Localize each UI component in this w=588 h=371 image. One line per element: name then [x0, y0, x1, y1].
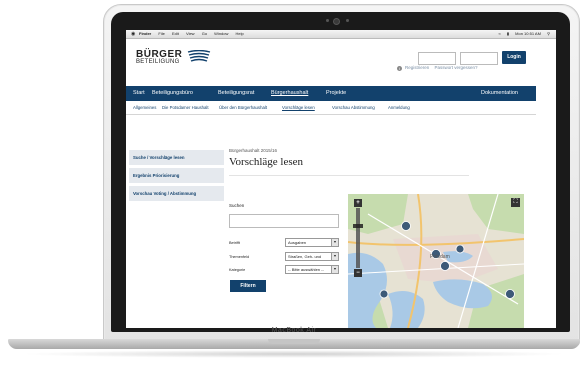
chevron-down-icon: ▼ — [331, 239, 338, 246]
subnav-item-allgemeines[interactable]: Allgemeines — [133, 101, 156, 114]
subnav-item-vorschlaege[interactable]: Vorschläge lesen — [282, 101, 315, 114]
zoom-in-icon[interactable]: + — [354, 199, 362, 207]
filter-value-themenfeld: Straßen, Geh- und — [288, 254, 322, 259]
main-nav: Start Beteiligungsbüro Beteiligungsrat B… — [126, 86, 536, 101]
username-field[interactable] — [418, 52, 456, 65]
menubar-app[interactable]: Finder — [139, 31, 151, 36]
login-links: Registrieren Passwort vergessen? — [405, 65, 482, 70]
menubar-window[interactable]: Window — [214, 31, 228, 36]
camera-sensor — [326, 19, 329, 22]
filter-label-kategorie: Kategorie — [229, 268, 246, 272]
subnav-item-anmeldung[interactable]: Anmeldung — [388, 101, 410, 114]
nav-item-dokumentation[interactable]: Dokumentation — [481, 86, 518, 101]
subnav-item-ueber[interactable]: Über den Bürgerhaushalt — [219, 101, 267, 114]
filter-select-betrifft[interactable]: Ausgaben ▼ — [285, 238, 339, 247]
filter-label-themenfeld: Themenfeld — [229, 255, 250, 259]
title-divider — [229, 175, 469, 176]
screen: ◉ Finder File Edit View Go Window Help ≈… — [126, 30, 556, 328]
subnav-item-vorschau[interactable]: Vorschau Abstimmung — [332, 101, 375, 114]
logo-line2: BETEILIGUNG — [136, 59, 180, 65]
filter-value-kategorie: -- Bitte auswählen -- — [288, 267, 324, 272]
map-city-label: Potsdam — [430, 254, 450, 260]
filter-label-betrifft: Betrifft — [229, 241, 240, 245]
page-title: Vorschläge lesen — [229, 156, 304, 168]
nav-item-start[interactable]: Start — [133, 86, 145, 101]
info-icon: i — [397, 66, 402, 71]
search-input[interactable] — [229, 214, 339, 228]
camera-sensor — [346, 19, 349, 22]
mac-menubar: ◉ Finder File Edit View Go Window Help ≈… — [126, 30, 556, 39]
wifi-icon[interactable]: ≈ — [498, 31, 500, 36]
map-marker — [440, 261, 450, 271]
login-button[interactable]: Login — [502, 51, 526, 64]
password-field[interactable] — [460, 52, 498, 65]
chevron-down-icon: ▼ — [331, 266, 338, 273]
menubar-tray: ≈ ▮ Mon 10:51 AM ⚲ — [493, 30, 550, 38]
logo-mark-icon — [187, 50, 211, 62]
menubar-file[interactable]: File — [158, 31, 164, 36]
menubar-edit[interactable]: Edit — [172, 31, 179, 36]
spotlight-icon[interactable]: ⚲ — [547, 31, 550, 36]
zoom-out-icon[interactable]: − — [354, 269, 362, 277]
camera — [333, 18, 340, 25]
filter-value-betrifft: Ausgaben — [288, 240, 307, 245]
register-link[interactable]: Registrieren — [405, 65, 429, 70]
nav-item-buergerhaushalt[interactable]: Bürgerhaushalt — [271, 86, 308, 101]
filter-select-themenfeld[interactable]: Straßen, Geh- und ▼ — [285, 252, 339, 261]
nav-item-beteiligungsbuero[interactable]: Beteiligungsbüro — [152, 86, 193, 101]
nav-item-projekte[interactable]: Projekte — [326, 86, 346, 101]
zoom-slider-handle[interactable] — [353, 224, 363, 228]
search-label: Suchen — [229, 203, 245, 208]
map-marker — [455, 244, 465, 254]
sidebar-item-priorisierung[interactable]: Ergebnis Priorisierung — [129, 168, 224, 183]
laptop-shadow — [20, 350, 568, 358]
menubar-go[interactable]: Go — [202, 31, 207, 36]
menubar-view[interactable]: View — [186, 31, 195, 36]
sidebar-item-voting[interactable]: Vorschau Voting / Abstimmung — [129, 186, 224, 201]
breadcrumb: Bürgerhaushalt 2015/16 — [229, 148, 278, 153]
laptop-notch — [268, 339, 320, 344]
subnav-item-haushalt[interactable]: Die Potsdamer Haushalt — [162, 101, 209, 114]
map-marker — [505, 289, 515, 299]
fullscreen-icon[interactable]: ⛶ — [511, 198, 520, 207]
filter-select-kategorie[interactable]: -- Bitte auswählen -- ▼ — [285, 265, 339, 274]
laptop-brand: MacBook Air — [271, 327, 317, 334]
map-marker — [401, 221, 411, 231]
apple-icon[interactable]: ◉ — [131, 30, 135, 38]
proposal-map[interactable]: Potsdam + − ⛶ — [348, 194, 524, 328]
map-canvas[interactable]: Potsdam — [348, 194, 524, 328]
map-marker — [379, 289, 389, 299]
menubar-clock[interactable]: Mon 10:51 AM — [515, 31, 541, 36]
nav-item-beteiligungsrat[interactable]: Beteiligungsrat — [218, 86, 254, 101]
sidebar-item-suche[interactable]: Suche / Vorschläge lesen — [129, 150, 224, 165]
battery-icon[interactable]: ▮ — [507, 31, 509, 36]
forgot-password-link[interactable]: Passwort vergessen? — [435, 65, 478, 70]
filter-button[interactable]: Filtern — [230, 280, 266, 292]
site-logo[interactable]: BÜRGER BETEILIGUNG — [136, 49, 211, 65]
menubar-help[interactable]: Help — [236, 31, 244, 36]
zoom-slider[interactable] — [356, 208, 360, 268]
sub-nav: Allgemeines Die Potsdamer Haushalt Über … — [126, 101, 536, 115]
chevron-down-icon: ▼ — [331, 253, 338, 260]
